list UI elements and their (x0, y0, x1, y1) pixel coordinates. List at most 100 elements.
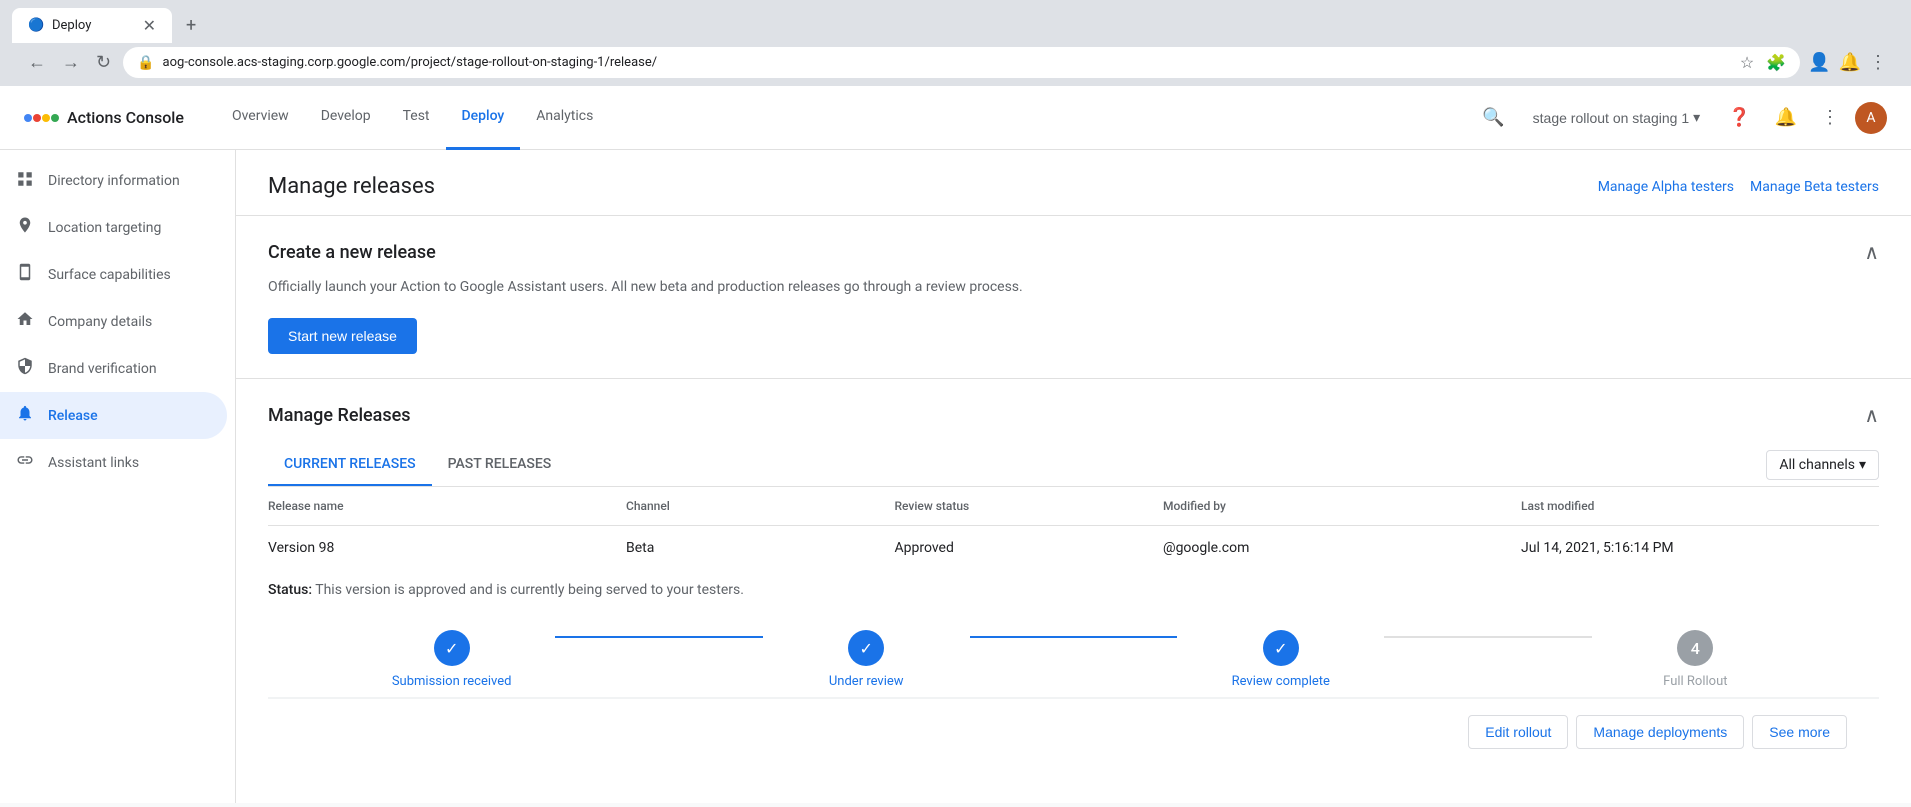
cell-release-name: Version 98 (268, 540, 626, 556)
nav-deploy[interactable]: Deploy (446, 86, 521, 150)
table-header: Release name Channel Review status Modif… (268, 487, 1879, 526)
links-icon (16, 451, 36, 474)
app-title: Actions Console (67, 108, 184, 127)
page-header: Manage releases Manage Alpha testers Man… (236, 150, 1911, 216)
step-circle-review: ✓ (848, 630, 884, 666)
sidebar-item-surface[interactable]: Surface capabilities (0, 251, 227, 298)
reload-button[interactable]: ↻ (92, 48, 115, 77)
tabs-row: CURRENT RELEASES PAST RELEASES All chann… (268, 444, 1879, 487)
channel-filter-label: All channels (1779, 457, 1855, 473)
manage-releases-collapse-button[interactable]: ∧ (1864, 403, 1879, 428)
release-status-text: Status: This version is approved and is … (268, 582, 1879, 598)
address-bar[interactable]: aog-console.acs-staging.corp.google.com/… (163, 55, 1728, 70)
start-new-release-button[interactable]: Start new release (268, 318, 417, 354)
surface-icon (16, 263, 36, 286)
col-header-last-modified: Last modified (1521, 499, 1879, 513)
releases-table: Release name Channel Review status Modif… (268, 487, 1879, 698)
create-release-header: Create a new release ∧ (236, 216, 1911, 265)
step-label-rollout[interactable]: Full Rollout (1663, 674, 1727, 689)
step-label-complete[interactable]: Review complete (1232, 674, 1330, 689)
google-logo (24, 114, 59, 122)
col-header-channel: Channel (626, 499, 895, 513)
cell-last-modified: Jul 14, 2021, 5:16:14 PM (1521, 540, 1879, 556)
manage-alpha-testers-link[interactable]: Manage Alpha testers (1598, 179, 1734, 195)
manage-releases-header: Manage Releases ∧ (268, 403, 1879, 428)
notifications-button[interactable]: 🔔 (1767, 99, 1805, 136)
sidebar-label-brand: Brand verification (48, 361, 157, 377)
sidebar-item-release[interactable]: Release (0, 392, 227, 439)
progress-stepper: ✓ Submission received ✓ Under review (268, 606, 1879, 697)
nav-develop[interactable]: Develop (305, 86, 387, 150)
extension-icon[interactable]: 🧩 (1766, 53, 1786, 72)
search-button[interactable]: 🔍 (1474, 99, 1512, 136)
directory-icon (16, 170, 36, 192)
stepper-inner: ✓ Submission received ✓ Under review (348, 630, 1799, 689)
tab-past-releases[interactable]: PAST RELEASES (432, 444, 568, 486)
logo-area: Actions Console (24, 108, 184, 127)
more-menu-button[interactable]: ⋮ (1813, 99, 1847, 136)
sidebar-item-location[interactable]: Location targeting (0, 204, 227, 251)
step-circle-complete: ✓ (1263, 630, 1299, 666)
nav-test[interactable]: Test (387, 86, 446, 150)
header-actions: Manage Alpha testers Manage Beta testers (1598, 179, 1879, 195)
sidebar-label-surface: Surface capabilities (48, 267, 171, 283)
create-release-body: Officially launch your Action to Google … (236, 265, 1911, 378)
status-label: Status: (268, 582, 312, 598)
release-row-1[interactable]: Version 98 Beta Approved @google.com Jul… (268, 526, 1879, 570)
channel-filter[interactable]: All channels ▾ (1766, 450, 1879, 480)
channel-chevron-icon: ▾ (1859, 457, 1866, 473)
step-label-review[interactable]: Under review (829, 674, 904, 689)
chevron-down-icon: ▾ (1693, 109, 1700, 126)
step-full-rollout: 4 Full Rollout (1592, 630, 1799, 689)
nav-analytics[interactable]: Analytics (520, 86, 609, 150)
close-tab-button[interactable]: ✕ (143, 16, 156, 35)
nav-overview[interactable]: Overview (216, 86, 305, 150)
notifications-icon[interactable]: 🔔 (1839, 52, 1861, 73)
col-header-modified-by: Modified by (1163, 499, 1521, 513)
create-release-title: Create a new release (268, 242, 436, 263)
status-description: This version is approved and is currentl… (315, 582, 744, 598)
new-tab-button[interactable]: + (176, 11, 206, 40)
sidebar-item-directory[interactable]: Directory information (0, 158, 227, 204)
step-label-submission[interactable]: Submission received (392, 674, 512, 689)
company-icon (16, 310, 36, 333)
connector-1-2 (555, 636, 762, 638)
browser-tab[interactable]: 🔵 Deploy ✕ (12, 8, 172, 43)
cell-modified-by: @google.com (1163, 540, 1521, 556)
tab-current-releases[interactable]: CURRENT RELEASES (268, 444, 432, 486)
profile-icon[interactable]: 👤 (1808, 52, 1830, 73)
cell-channel: Beta (626, 540, 895, 556)
bookmark-icon[interactable]: ☆ (1740, 53, 1754, 72)
release-icon (16, 404, 36, 427)
table-row: Version 98 Beta Approved @google.com Jul… (268, 526, 1879, 698)
release-status-section: Status: This version is approved and is … (268, 570, 1879, 606)
connector-2-3 (970, 636, 1177, 638)
help-button[interactable]: ❓ (1720, 99, 1758, 136)
see-more-button[interactable]: See more (1752, 715, 1847, 749)
manage-beta-testers-link[interactable]: Manage Beta testers (1750, 179, 1879, 195)
cell-review-status: Approved (895, 540, 1164, 556)
step-submission: ✓ Submission received (348, 630, 555, 689)
top-nav-right: 🔍 stage rollout on staging 1 ▾ ❓ 🔔 ⋮ A (1474, 99, 1887, 136)
sidebar-item-company[interactable]: Company details (0, 298, 227, 345)
edit-rollout-button[interactable]: Edit rollout (1468, 715, 1568, 749)
manage-releases-title: Manage Releases (268, 405, 411, 426)
avatar[interactable]: A (1855, 102, 1887, 134)
forward-button[interactable]: → (58, 48, 84, 77)
connector-3-4 (1384, 636, 1591, 638)
page-title: Manage releases (268, 174, 435, 199)
location-icon (16, 216, 36, 239)
sidebar-item-links[interactable]: Assistant links (0, 439, 227, 486)
back-button[interactable]: ← (24, 48, 50, 77)
create-release-collapse-button[interactable]: ∧ (1864, 240, 1879, 265)
top-nav-links: Overview Develop Test Deploy Analytics (216, 86, 1474, 150)
project-selector[interactable]: stage rollout on staging 1 ▾ (1521, 103, 1712, 132)
tab-title: Deploy (52, 18, 135, 33)
sidebar-item-brand[interactable]: Brand verification (0, 345, 227, 392)
step-circle-rollout: 4 (1677, 630, 1713, 666)
sidebar-label-release: Release (48, 408, 98, 424)
browser-menu-icon[interactable]: ⋮ (1869, 52, 1887, 73)
sidebar-label-links: Assistant links (48, 455, 139, 471)
manage-deployments-button[interactable]: Manage deployments (1576, 715, 1744, 749)
col-header-review-status: Review status (895, 499, 1164, 513)
